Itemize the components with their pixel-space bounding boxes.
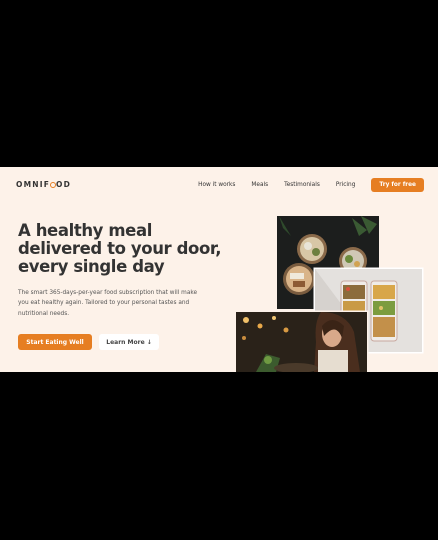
hero-description: The smart 365-days-per-year food subscri…: [18, 290, 198, 317]
nav-testimonials[interactable]: Testimonials: [284, 182, 320, 188]
nav-meals[interactable]: Meals: [251, 182, 268, 188]
main-nav: How it works Meals Testimonials Pricing …: [198, 178, 424, 192]
hero-headline: A healthy meal delivered to your door, e…: [18, 221, 222, 276]
start-eating-well-button[interactable]: Start Eating Well: [18, 334, 92, 350]
nav-how-it-works[interactable]: How it works: [198, 182, 235, 188]
woman-eating-image: [236, 312, 367, 372]
omnifood-logo[interactable]: OMNIF OD: [16, 180, 71, 189]
learn-more-button[interactable]: Learn More ↓: [99, 334, 159, 350]
hero-page: OMNIF OD How it works Meals Testimonials …: [0, 167, 438, 372]
try-for-free-button[interactable]: Try for free: [371, 178, 424, 192]
nav-pricing[interactable]: Pricing: [336, 182, 356, 188]
